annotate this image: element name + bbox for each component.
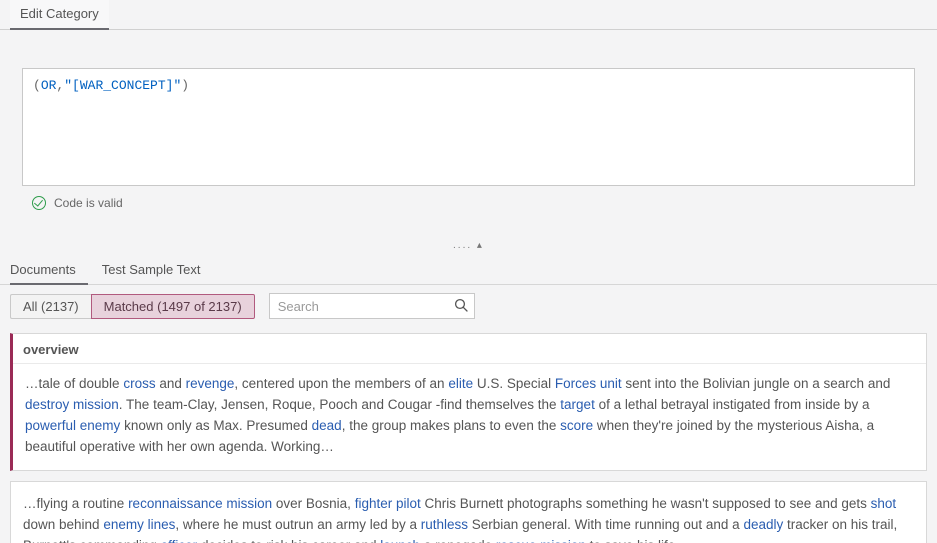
- snippet-text: a renegade: [420, 538, 496, 543]
- snippet-text: …flying a routine: [23, 496, 128, 511]
- highlight-term: destroy mission: [25, 397, 119, 412]
- tab-documents[interactable]: Documents: [10, 257, 88, 285]
- highlight-term: reconnaissance mission: [128, 496, 272, 511]
- snippet-text: , where he must outrun an army led by a: [175, 517, 420, 532]
- highlight-term: Forces unit: [555, 376, 622, 391]
- snippet-text: , centered upon the members of an: [234, 376, 448, 391]
- editor-area: (OR,"[WAR_CONCEPT]") Code is valid: [0, 30, 937, 224]
- highlight-term: launch: [380, 538, 420, 543]
- snippet-text: , the group makes plans to even the: [342, 418, 560, 433]
- search-input[interactable]: [269, 293, 475, 319]
- document-snippet: …flying a routine reconnaissance mission…: [11, 482, 926, 543]
- highlight-term: fighter pilot: [355, 496, 421, 511]
- search-icon[interactable]: [453, 297, 469, 313]
- snippet-text: U.S. Special: [473, 376, 555, 391]
- highlight-term: revenge: [186, 376, 235, 391]
- snippet-text: Serbian general. With time running out a…: [468, 517, 743, 532]
- document-card[interactable]: overview…tale of double cross and reveng…: [10, 333, 927, 471]
- snippet-text: …tale of double: [25, 376, 123, 391]
- highlight-term: rescue mission: [496, 538, 586, 543]
- filter-all-pill[interactable]: All (2137): [10, 294, 91, 319]
- highlight-term: dead: [312, 418, 342, 433]
- pane-resize-handle[interactable]: .... ▴: [0, 238, 937, 257]
- highlight-term: score: [560, 418, 593, 433]
- highlight-term: shot: [871, 496, 897, 511]
- token-paren-open: (: [33, 78, 41, 93]
- document-title: overview: [13, 334, 926, 364]
- check-circle-icon: [32, 196, 46, 210]
- snippet-text: sent into the Bolivian jungle on a searc…: [622, 376, 891, 391]
- highlight-term: officer: [161, 538, 198, 543]
- tab-edit-category[interactable]: Edit Category: [10, 0, 109, 30]
- highlight-term: elite: [448, 376, 473, 391]
- token-string: "[WAR_CONCEPT]": [64, 78, 181, 93]
- snippet-text: over Bosnia,: [272, 496, 355, 511]
- highlight-term: target: [560, 397, 595, 412]
- token-paren-close: ): [181, 78, 189, 93]
- snippet-text: . The team-Clay, Jensen, Roque, Pooch an…: [119, 397, 561, 412]
- top-tab-bar: Edit Category: [0, 0, 937, 30]
- document-card[interactable]: …flying a routine reconnaissance mission…: [10, 481, 927, 543]
- snippet-text: and: [156, 376, 186, 391]
- snippet-text: of a lethal betrayal instigated from ins…: [595, 397, 870, 412]
- snippet-text: known only as Max. Presumed: [120, 418, 311, 433]
- filter-matched-pill[interactable]: Matched (1497 of 2137): [91, 294, 255, 319]
- results-tab-bar: Documents Test Sample Text: [0, 257, 937, 285]
- snippet-text: down behind: [23, 517, 103, 532]
- snippet-text: to save his life.: [586, 538, 679, 543]
- search-wrap: [269, 293, 475, 319]
- highlight-term: powerful enemy: [25, 418, 120, 433]
- snippet-text: decides to risk his career and: [197, 538, 380, 543]
- snippet-text: Chris Burnett photographs something he w…: [421, 496, 871, 511]
- document-snippet: …tale of double cross and revenge, cente…: [13, 364, 926, 470]
- code-status: Code is valid: [22, 186, 915, 214]
- documents-list: overview…tale of double cross and reveng…: [0, 333, 937, 543]
- tab-test-sample-text[interactable]: Test Sample Text: [102, 257, 213, 285]
- code-editor[interactable]: (OR,"[WAR_CONCEPT]"): [22, 68, 915, 186]
- filter-row: All (2137) Matched (1497 of 2137): [0, 285, 937, 327]
- highlight-term: ruthless: [421, 517, 468, 532]
- code-status-text: Code is valid: [54, 196, 123, 210]
- highlight-term: deadly: [743, 517, 783, 532]
- highlight-term: enemy lines: [103, 517, 175, 532]
- highlight-term: cross: [123, 376, 155, 391]
- token-keyword: OR: [41, 78, 57, 93]
